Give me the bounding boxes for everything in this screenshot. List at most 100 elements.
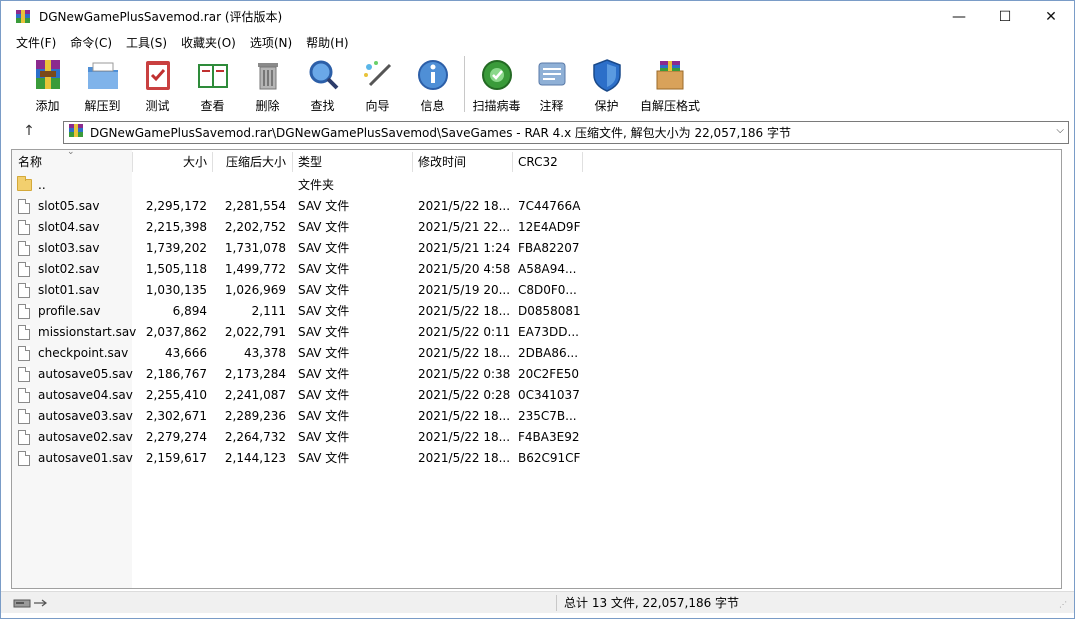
header-separator bbox=[582, 152, 583, 172]
maximize-button[interactable]: ☐ bbox=[982, 1, 1028, 32]
info-button[interactable]: 信息 bbox=[405, 54, 460, 114]
view-button[interactable]: 查看 bbox=[185, 54, 240, 114]
comment-button[interactable]: 注释 bbox=[524, 54, 579, 114]
view-icon bbox=[195, 57, 231, 93]
file-modified: 2021/5/21 22... bbox=[418, 220, 511, 234]
wizard-button[interactable]: 向导 bbox=[350, 54, 405, 114]
file-icon bbox=[18, 304, 30, 319]
file-crc32: FBA82207 bbox=[518, 241, 580, 255]
test-button[interactable]: 测试 bbox=[130, 54, 185, 114]
table-row[interactable]: slot04.sav 2,215,398 2,202,752 SAV 文件 2021/5… bbox=[12, 217, 1061, 238]
sfx-button[interactable]: 自解压格式 bbox=[634, 54, 706, 114]
add-button[interactable]: 添加 bbox=[20, 54, 75, 114]
table-row[interactable]: autosave02.sav 2,279,274 2,264,732 SAV 文件 20… bbox=[12, 427, 1061, 448]
menu-help[interactable]: 帮助(H) bbox=[299, 34, 355, 51]
address-bar[interactable]: DGNewGamePlusSavemod.rar\DGNewGamePlusSa… bbox=[63, 121, 1069, 144]
file-size: 2,255,410 bbox=[145, 388, 207, 402]
table-row[interactable]: autosave05.sav 2,186,767 2,173,284 SAV 文件 20… bbox=[12, 364, 1061, 385]
table-row[interactable]: profile.sav 6,894 2,111 SAV 文件 2021/5/22 18.… bbox=[12, 301, 1061, 322]
info-icon bbox=[415, 57, 451, 93]
file-crc32: 235C7B... bbox=[518, 409, 577, 423]
file-name: autosave02.sav bbox=[38, 430, 133, 444]
file-type: SAV 文件 bbox=[298, 220, 350, 234]
delete-icon bbox=[250, 57, 286, 93]
file-size: 6,894 bbox=[172, 304, 207, 318]
file-packed-size: 2,289,236 bbox=[224, 409, 286, 423]
file-list[interactable]: 名称 ⌄ 大小 压缩后大小 类型 修改时间 CRC32 .. 文件夹 slot05.… bbox=[11, 149, 1062, 589]
extract-to-button[interactable]: 解压到 bbox=[75, 54, 130, 114]
menu-options[interactable]: 选项(N) bbox=[243, 34, 299, 51]
find-label: 查找 bbox=[310, 99, 335, 113]
delete-button[interactable]: 删除 bbox=[240, 54, 295, 114]
file-modified: 2021/5/22 0:38 bbox=[418, 367, 511, 381]
table-row[interactable]: missionstart.sav 2,037,862 2,022,791 SAV 文件… bbox=[12, 322, 1061, 343]
file-size: 43,666 bbox=[165, 346, 207, 360]
menu-favorites[interactable]: 收藏夹(O) bbox=[174, 34, 243, 51]
header-name[interactable]: 名称 bbox=[18, 150, 42, 174]
table-row[interactable]: slot02.sav 1,505,118 1,499,772 SAV 文件 2021/5… bbox=[12, 259, 1061, 280]
delete-label: 删除 bbox=[255, 99, 280, 113]
file-icon bbox=[18, 283, 30, 298]
title-bar[interactable]: DGNewGamePlusSavemod.rar (评估版本) — ☐ ✕ bbox=[1, 1, 1074, 32]
file-packed-size: 1,499,772 bbox=[224, 262, 286, 276]
file-crc32: D0858081 bbox=[518, 304, 581, 318]
file-name: slot03.sav bbox=[38, 241, 100, 255]
file-icon bbox=[18, 241, 30, 256]
comment-icon bbox=[534, 57, 570, 93]
window-title: DGNewGamePlusSavemod.rar (评估版本) bbox=[39, 10, 283, 24]
extract-to-icon bbox=[85, 57, 121, 93]
menu-tools[interactable]: 工具(S) bbox=[119, 34, 174, 51]
table-row[interactable]: slot01.sav 1,030,135 1,026,969 SAV 文件 2021/5… bbox=[12, 280, 1061, 301]
protect-button[interactable]: 保护 bbox=[579, 54, 634, 114]
file-modified: 2021/5/22 18... bbox=[418, 451, 511, 465]
file-icon bbox=[18, 220, 30, 235]
file-icon bbox=[18, 325, 30, 340]
add-label: 添加 bbox=[35, 99, 60, 113]
file-crc32: 0C341037 bbox=[518, 388, 580, 402]
file-type: SAV 文件 bbox=[298, 451, 350, 465]
table-row[interactable]: .. 文件夹 bbox=[12, 175, 1061, 196]
header-modified[interactable]: 修改时间 bbox=[418, 150, 466, 174]
file-modified: 2021/5/22 18... bbox=[418, 304, 511, 318]
menu-bar: 文件(F) 命令(C) 工具(S) 收藏夹(O) 选项(N) 帮助(H) bbox=[1, 32, 1074, 52]
table-row[interactable]: checkpoint.sav 43,666 43,378 SAV 文件 2021/5/2… bbox=[12, 343, 1061, 364]
file-type: SAV 文件 bbox=[298, 367, 350, 381]
chevron-down-icon[interactable]: ⌵ bbox=[1056, 125, 1064, 136]
file-packed-size: 2,202,752 bbox=[224, 220, 286, 234]
file-crc32: 2DBA86... bbox=[518, 346, 579, 360]
file-name: missionstart.sav bbox=[38, 325, 137, 339]
header-type[interactable]: 类型 bbox=[298, 150, 322, 174]
up-folder-button[interactable]: ↑ bbox=[19, 123, 39, 141]
header-packed[interactable]: 压缩后大小 bbox=[212, 150, 286, 174]
file-packed-size: 2,281,554 bbox=[224, 199, 286, 213]
minimize-button[interactable]: — bbox=[936, 1, 982, 32]
menu-commands[interactable]: 命令(C) bbox=[63, 34, 119, 51]
virus-scan-button[interactable]: 扫描病毒 bbox=[469, 54, 524, 114]
resize-grip-icon[interactable]: ⋰ bbox=[1059, 600, 1068, 609]
close-button[interactable]: ✕ bbox=[1028, 1, 1074, 32]
file-packed-size: 2,264,732 bbox=[224, 430, 286, 444]
add-archive-icon bbox=[30, 57, 66, 93]
file-type: SAV 文件 bbox=[298, 199, 350, 213]
wizard-label: 向导 bbox=[365, 99, 390, 113]
table-row[interactable]: autosave03.sav 2,302,671 2,289,236 SAV 文件 20… bbox=[12, 406, 1061, 427]
table-row[interactable]: autosave04.sav 2,255,410 2,241,087 SAV 文件 20… bbox=[12, 385, 1061, 406]
header-size[interactable]: 大小 bbox=[132, 150, 207, 174]
table-row[interactable]: slot05.sav 2,295,172 2,281,554 SAV 文件 2021/5… bbox=[12, 196, 1061, 217]
file-modified: 2021/5/22 18... bbox=[418, 199, 511, 213]
drive-icon[interactable] bbox=[13, 596, 49, 610]
file-modified: 2021/5/22 0:11 bbox=[418, 325, 511, 339]
file-size: 2,279,274 bbox=[145, 430, 207, 444]
file-name: autosave04.sav bbox=[38, 388, 133, 402]
table-row[interactable]: autosave01.sav 2,159,617 2,144,123 SAV 文件 20… bbox=[12, 448, 1061, 469]
file-type: 文件夹 bbox=[298, 178, 335, 192]
status-bar: 总计 13 文件, 22,057,186 字节 ⋰ bbox=[1, 591, 1074, 613]
file-name: autosave03.sav bbox=[38, 409, 133, 423]
menu-file[interactable]: 文件(F) bbox=[9, 34, 63, 51]
table-row[interactable]: slot03.sav 1,739,202 1,731,078 SAV 文件 2021/5… bbox=[12, 238, 1061, 259]
find-icon bbox=[305, 57, 341, 93]
find-button[interactable]: 查找 bbox=[295, 54, 350, 114]
protect-label: 保护 bbox=[594, 99, 619, 113]
file-size: 1,030,135 bbox=[145, 283, 207, 297]
header-crc32[interactable]: CRC32 bbox=[518, 150, 558, 174]
